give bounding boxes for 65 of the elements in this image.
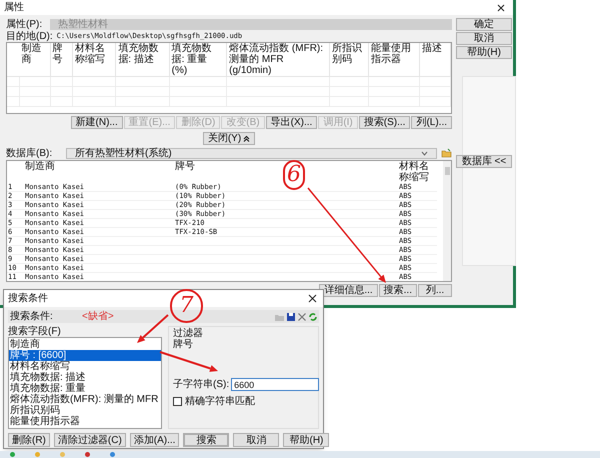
column-header[interactable]: 牌号 [50, 43, 73, 76]
checkbox-label: 精确字符串匹配 [185, 396, 255, 407]
table-button[interactable]: 列... [418, 284, 452, 297]
column-header[interactable]: 制造商 [19, 43, 50, 76]
field-label: 数据库(B): [6, 148, 54, 158]
refresh-icon [309, 312, 317, 320]
database-toggle-button[interactable]: 数据库 << [456, 155, 512, 168]
table-button[interactable]: 搜索(S)... [358, 116, 410, 129]
table-button[interactable]: 导出(X)... [266, 116, 318, 129]
filter-field-name: 牌号 [173, 339, 194, 350]
field-label: 属性(P): [6, 18, 44, 30]
list-item[interactable]: 制造商 [9, 339, 161, 350]
dialog-title: 搜索条件 [8, 293, 48, 304]
table-button[interactable]: 新建(N)... [70, 116, 123, 129]
dropdown-field[interactable]: 所有热塑性材料(系统) [66, 148, 437, 158]
column-header[interactable]: 所指识别码 [329, 43, 368, 76]
dialog-button[interactable]: 帮助(H) [283, 433, 330, 447]
list-item[interactable]: 填充物数据: 描述 [9, 372, 161, 383]
taskbar-icon[interactable] [110, 452, 115, 457]
column-header[interactable]: 能量使用指示器 [368, 43, 420, 76]
save-icon [287, 312, 295, 320]
field-label: 目的地(D): [6, 31, 53, 42]
group-label: 搜索字段(F) [8, 326, 62, 337]
dialog-button[interactable]: 取消 [233, 433, 280, 447]
close-icon [308, 294, 317, 303]
folder-icon [441, 148, 452, 158]
taskbar-icon[interactable] [85, 452, 90, 457]
list-item[interactable]: 熔体流动指数(MFR): 测量的 MFR [9, 394, 161, 405]
vertical-scrollbar[interactable] [443, 161, 451, 281]
dialog-button[interactable]: 删除(R) [8, 433, 50, 447]
double-chevron-icon [243, 135, 250, 142]
taskbar-icon[interactable] [10, 452, 15, 457]
list-item[interactable]: 填充物数据: 重量 [9, 383, 161, 394]
column-header[interactable]: 材料名称缩写 [72, 43, 116, 76]
annotation-number: 7 [170, 289, 203, 323]
dialog-button[interactable]: 搜索 [183, 433, 230, 447]
arrow [160, 351, 218, 372]
list-item[interactable]: 牌号 : [6600] [9, 350, 161, 361]
table-button[interactable]: 搜索... [378, 284, 417, 297]
checkbox[interactable] [173, 397, 182, 406]
dialog-button[interactable]: 清除过滤器(C) [54, 433, 126, 447]
column-header[interactable]: 描述 [420, 43, 450, 76]
group-label: 过滤器 [173, 328, 204, 339]
chevron-down-icon [421, 150, 428, 156]
list-item[interactable]: 所指识别码 [9, 405, 161, 416]
list-item[interactable]: 能量使用指示器 [9, 416, 161, 427]
folder-icon [275, 312, 284, 320]
collapse-button[interactable]: 关闭(Y) [202, 132, 256, 145]
dialog-button[interactable]: 帮助(H) [456, 46, 512, 59]
field-label: 搜索条件: [10, 311, 54, 322]
close-icon [497, 4, 505, 12]
list-item[interactable]: 材料名称缩写 [9, 361, 161, 372]
dialog-button[interactable]: 确定 [456, 18, 512, 31]
annotation-number: 6 [283, 160, 305, 190]
column-header[interactable]: 材料名称缩写 [399, 161, 435, 183]
text-input[interactable]: 6600 [231, 378, 320, 391]
criteria-value: <缺省> [82, 311, 114, 322]
dialog-button[interactable]: 添加(A)... [130, 433, 180, 447]
dialog-button[interactable]: 取消 [456, 32, 512, 45]
table-button[interactable]: 列(L)... [411, 116, 452, 129]
window-title: 属性 [4, 2, 24, 13]
field-label: 子字符串(S): [173, 379, 230, 390]
delete-icon [298, 312, 306, 320]
table-button[interactable]: 详细信息... [319, 284, 378, 297]
arrow [137, 314, 169, 343]
